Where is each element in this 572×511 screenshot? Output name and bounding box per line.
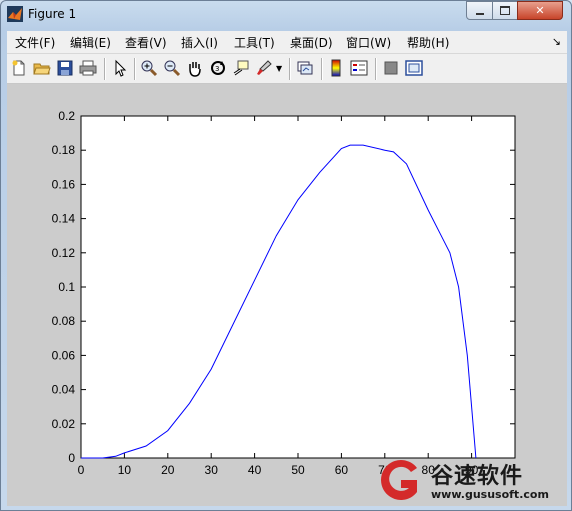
save-icon[interactable] xyxy=(56,59,74,77)
menu-view[interactable]: 查看(V) xyxy=(125,34,167,51)
menu-desktop[interactable]: 桌面(D) xyxy=(290,34,333,51)
x-tick-label: 20 xyxy=(161,463,175,477)
zoom-in-icon[interactable] xyxy=(140,59,158,77)
toolbar-separator xyxy=(134,58,136,80)
y-tick-label: 0.08 xyxy=(52,314,76,328)
menu-window[interactable]: 窗口(W) xyxy=(346,34,391,51)
y-tick-label: 0.12 xyxy=(52,246,76,260)
watermark: 谷速软件 www.gususoft.com xyxy=(371,452,571,508)
x-tick-label: 40 xyxy=(248,463,262,477)
y-tick-label: 0.2 xyxy=(58,109,75,123)
brush-icon[interactable] xyxy=(255,59,273,77)
menu-dock-arrow-icon[interactable]: ↘ xyxy=(552,35,561,48)
y-tick-label: 0.02 xyxy=(52,417,76,431)
brush-dropdown-icon[interactable]: ▼ xyxy=(276,64,282,73)
link-plot-icon[interactable] xyxy=(296,59,314,77)
menu-tools[interactable]: 工具(T) xyxy=(234,34,275,51)
maximize-icon xyxy=(500,6,510,15)
watermark-url: www.gususoft.com xyxy=(431,488,549,501)
matlab-logo-icon xyxy=(7,6,23,22)
legend-icon[interactable] xyxy=(350,59,368,77)
toolbar-separator xyxy=(321,58,323,80)
maximize-button[interactable] xyxy=(492,1,518,20)
window-title: Figure 1 xyxy=(28,7,77,21)
pan-icon[interactable] xyxy=(186,59,204,77)
pointer-icon[interactable] xyxy=(111,59,129,77)
menu-help[interactable]: 帮助(H) xyxy=(407,34,449,51)
zoom-out-icon[interactable] xyxy=(163,59,181,77)
y-tick-label: 0.16 xyxy=(52,177,76,191)
plot-axes[interactable]: 00.020.040.060.080.10.120.140.160.180.2 … xyxy=(7,84,567,506)
y-tick-label: 0.18 xyxy=(52,143,76,157)
toolbar-separator xyxy=(289,58,291,80)
rotate-3d-icon[interactable]: 3 xyxy=(209,59,227,77)
menu-bar: 文件(F) 编辑(E) 查看(V) 插入(I) 工具(T) 桌面(D) 窗口(W… xyxy=(7,31,567,54)
close-button[interactable]: ✕ xyxy=(517,1,563,20)
close-icon: ✕ xyxy=(535,4,545,17)
x-tick-label: 50 xyxy=(291,463,305,477)
colorbar-icon[interactable] xyxy=(327,59,345,77)
gususoft-logo-icon xyxy=(381,460,417,500)
x-tick-label: 0 xyxy=(78,463,85,477)
figure-window: Figure 1 ✕ 文件(F) 编辑(E) 查看(V) 插入(I) 工具(T)… xyxy=(0,0,572,511)
watermark-text: 谷速软件 xyxy=(431,464,524,489)
toolbar-separator xyxy=(104,58,106,80)
hide-plot-tools-icon[interactable] xyxy=(382,59,400,77)
y-tick-label: 0.04 xyxy=(52,383,76,397)
show-plot-tools-icon[interactable] xyxy=(405,59,423,77)
minimize-button[interactable] xyxy=(466,1,493,20)
y-tick-label: 0.1 xyxy=(58,280,75,294)
title-bar[interactable]: Figure 1 ✕ xyxy=(1,1,571,29)
menu-file[interactable]: 文件(F) xyxy=(15,34,55,51)
svg-text:3: 3 xyxy=(215,65,219,73)
axes-background xyxy=(80,115,516,459)
menu-insert[interactable]: 插入(I) xyxy=(181,34,218,51)
x-tick-label: 30 xyxy=(205,463,219,477)
y-tick-label: 0 xyxy=(68,451,75,465)
open-file-icon[interactable] xyxy=(33,59,51,77)
x-tick-label: 60 xyxy=(335,463,349,477)
print-icon[interactable] xyxy=(79,59,97,77)
minimize-icon xyxy=(475,12,484,15)
figure-toolbar: 3 ▼ xyxy=(7,54,567,84)
y-tick-label: 0.14 xyxy=(52,212,76,226)
figure-canvas[interactable]: 0 0.02 0.04 0.06 0.08 0.1 0.12 0.14 0.16 0.18 0.2 … xyxy=(7,84,567,506)
y-tick-label: 0.06 xyxy=(52,348,76,362)
x-tick-label: 10 xyxy=(118,463,132,477)
new-figure-icon[interactable] xyxy=(10,59,28,77)
menu-edit[interactable]: 编辑(E) xyxy=(70,34,111,51)
toolbar-separator xyxy=(375,58,377,80)
data-cursor-icon[interactable] xyxy=(232,59,250,77)
